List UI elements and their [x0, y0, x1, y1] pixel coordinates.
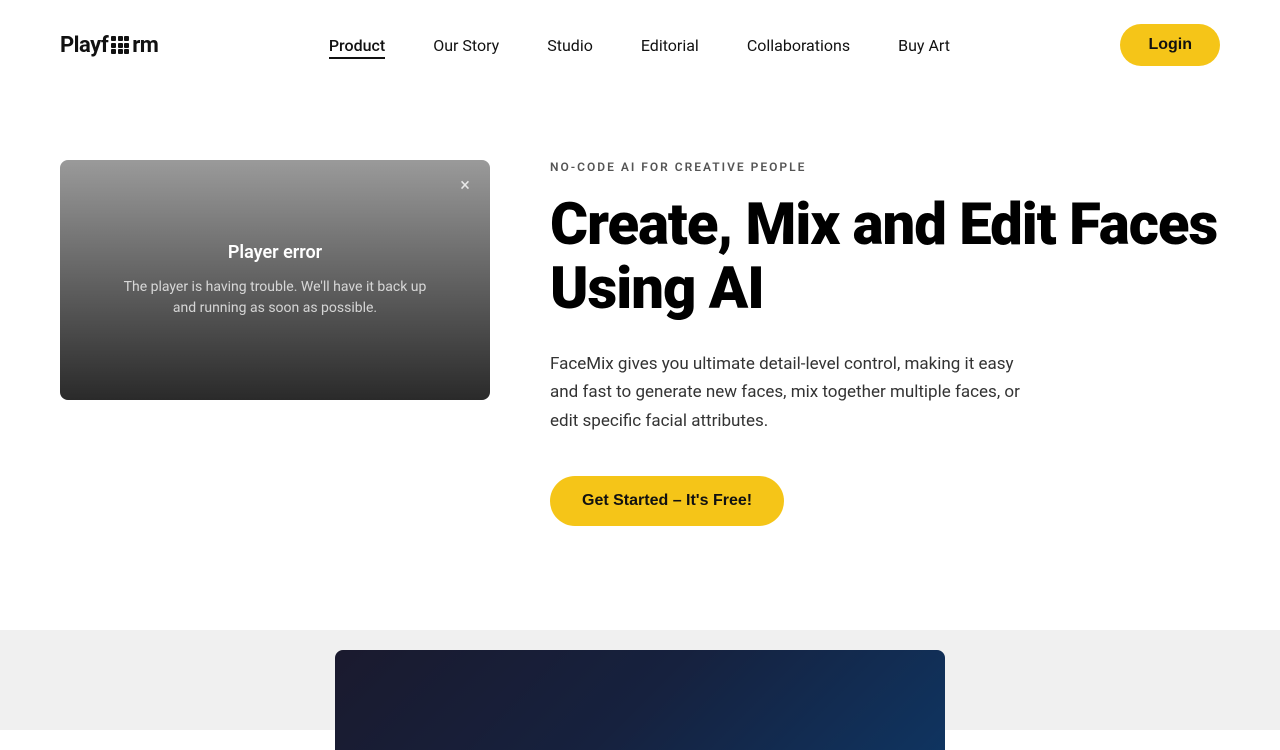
- logo-icon: [109, 34, 131, 56]
- nav-item-collaborations[interactable]: Collaborations: [747, 36, 850, 55]
- header: Playf rm Product Our Story Studio Editor…: [0, 0, 1280, 90]
- nav-item-studio[interactable]: Studio: [547, 36, 593, 55]
- main-nav: Product Our Story Studio Editorial Colla…: [329, 36, 950, 55]
- logo-text-before: Playf: [60, 33, 108, 58]
- logo-dot: [118, 49, 123, 54]
- player-error-title: Player error: [228, 242, 322, 263]
- logo-dot: [111, 49, 116, 54]
- login-button[interactable]: Login: [1120, 24, 1220, 66]
- footer-section: [0, 630, 1280, 730]
- logo-dot: [111, 43, 116, 48]
- logo-text-after: rm: [132, 33, 158, 58]
- nav-item-editorial[interactable]: Editorial: [641, 36, 699, 55]
- logo-dot: [118, 43, 123, 48]
- hero-section: × Player error The player is having trou…: [0, 90, 1280, 630]
- hero-title: Create, Mix and Edit Faces Using AI: [550, 194, 1220, 322]
- close-button[interactable]: ×: [452, 172, 478, 198]
- logo-dot: [111, 36, 116, 41]
- logo-grid: [111, 36, 129, 54]
- logo-dot: [124, 36, 129, 41]
- player-error-message: The player is having trouble. We'll have…: [115, 277, 435, 319]
- video-player: × Player error The player is having trou…: [60, 160, 490, 400]
- hero-content: NO-CODE AI FOR CREATIVE PEOPLE Create, M…: [550, 150, 1220, 526]
- nav-item-our-story[interactable]: Our Story: [433, 36, 499, 55]
- cta-button[interactable]: Get Started – It's Free!: [550, 476, 784, 526]
- logo-dot: [124, 43, 129, 48]
- logo-dot: [124, 49, 129, 54]
- logo-dot: [118, 36, 123, 41]
- hero-description: FaceMix gives you ultimate detail-level …: [550, 350, 1030, 437]
- nav-item-buy-art[interactable]: Buy Art: [898, 36, 950, 55]
- footer-image: [335, 650, 945, 750]
- logo[interactable]: Playf rm: [60, 33, 158, 58]
- hero-tag: NO-CODE AI FOR CREATIVE PEOPLE: [550, 160, 1220, 174]
- nav-item-product[interactable]: Product: [329, 36, 385, 55]
